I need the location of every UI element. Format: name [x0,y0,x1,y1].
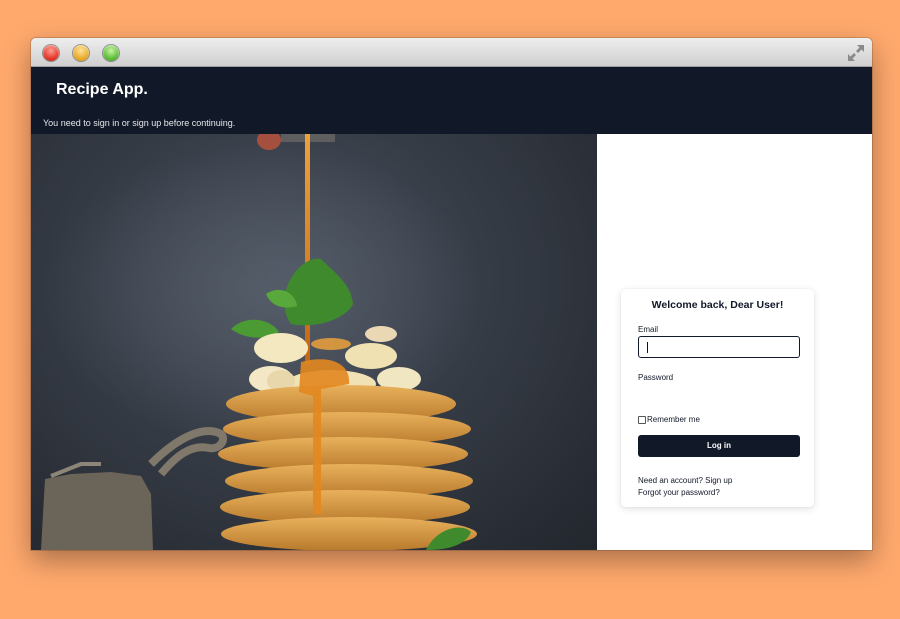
close-window-icon[interactable] [43,45,59,61]
password-label: Password [638,373,674,382]
login-panel: Welcome back, Dear User! Email Password … [597,134,872,550]
fullscreen-icon[interactable] [846,43,866,63]
login-title: Welcome back, Dear User! [651,299,784,311]
hero-image-pancakes [31,134,597,550]
minimize-window-icon[interactable] [73,45,89,61]
window-titlebar [31,38,872,67]
password-field[interactable] [638,384,800,406]
forgot-password-link[interactable]: Forgot your password? [638,488,720,497]
browser-window: Recipe App. You need to sign in or sign … [31,38,872,550]
email-label: Email [638,325,659,334]
login-button[interactable]: Log in [638,435,800,457]
pancake-stack-illustration [41,134,481,550]
login-card: Welcome back, Dear User! Email Password … [621,289,814,507]
signup-link[interactable]: Need an account? Sign up [638,476,732,485]
zoom-window-icon[interactable] [103,45,119,61]
top-navbar: Recipe App. You need to sign in or sign … [31,67,872,134]
app-brand[interactable]: Recipe App. [56,81,148,99]
remember-me-checkbox[interactable] [638,416,646,424]
flash-message: You need to sign in or sign up before co… [43,118,236,128]
text-caret [647,342,648,353]
email-field[interactable] [638,336,800,358]
remember-me-label[interactable]: Remember me [647,415,700,424]
